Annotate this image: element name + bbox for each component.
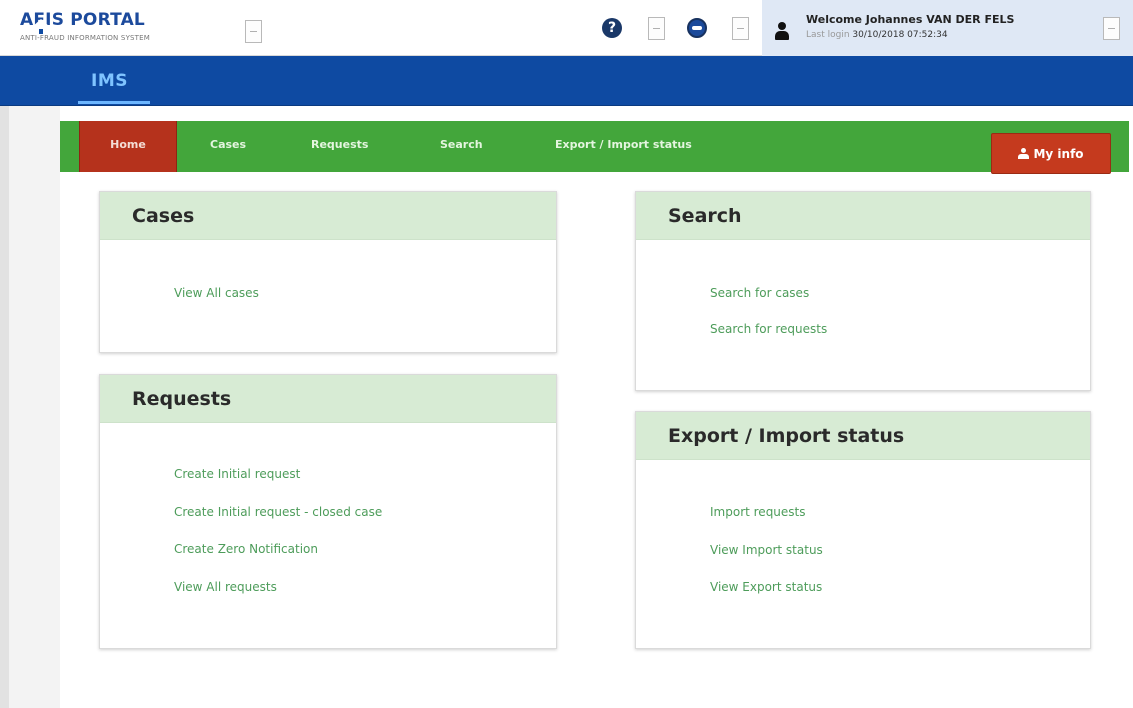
language-dropdown[interactable] — [732, 17, 749, 40]
search-panel: Search Search for cases Search for reque… — [635, 191, 1091, 391]
nav-item-export-import[interactable]: Export / Import status — [555, 121, 692, 172]
question-circle-icon[interactable]: ? — [602, 18, 622, 38]
portal-subtitle: ANTI-FRAUD INFORMATION SYSTEM — [20, 34, 151, 42]
requests-panel: Requests Create Initial request Create I… — [99, 374, 557, 649]
link-view-export-status[interactable]: View Export status — [710, 580, 822, 594]
user-icon — [775, 22, 789, 40]
last-login-value: 30/10/2018 07:52:34 — [852, 30, 948, 40]
cases-panel: Cases View All cases — [99, 191, 557, 353]
nav-item-requests[interactable]: Requests — [311, 121, 368, 172]
left-gutter — [0, 106, 9, 708]
user-icon — [1018, 148, 1030, 159]
app-bar — [0, 56, 1133, 106]
requests-panel-title: Requests — [132, 388, 232, 410]
user-menu-dropdown[interactable] — [1103, 17, 1120, 40]
search-panel-title: Search — [668, 205, 742, 227]
link-search-for-cases[interactable]: Search for cases — [710, 286, 809, 300]
home-icon[interactable] — [32, 19, 50, 35]
link-view-import-status[interactable]: View Import status — [710, 543, 823, 557]
welcome-text: Welcome Johannes VAN DER FELS — [806, 13, 1015, 26]
active-tab-indicator — [78, 101, 150, 104]
cases-panel-header: Cases — [100, 192, 556, 240]
nav-item-search[interactable]: Search — [440, 121, 483, 172]
link-view-all-cases[interactable]: View All cases — [174, 286, 259, 300]
link-search-for-requests[interactable]: Search for requests — [710, 322, 827, 336]
export-import-panel-title: Export / Import status — [668, 425, 905, 447]
last-login: Last login 30/10/2018 07:52:34 — [806, 30, 948, 40]
cases-panel-title: Cases — [132, 205, 195, 227]
export-import-panel-header: Export / Import status — [636, 412, 1090, 460]
link-create-zero-notification[interactable]: Create Zero Notification — [174, 542, 318, 556]
user-panel — [762, 0, 1133, 56]
eu-flag-icon[interactable] — [687, 18, 707, 38]
requests-panel-header: Requests — [100, 375, 556, 423]
tab-ims-label[interactable]: IMS — [91, 71, 128, 91]
link-import-requests[interactable]: Import requests — [710, 505, 806, 519]
export-import-panel: Export / Import status Import requests V… — [635, 411, 1091, 649]
search-panel-header: Search — [636, 192, 1090, 240]
link-create-initial-request-closed-case[interactable]: Create Initial request - closed case — [174, 505, 382, 519]
link-view-all-requests[interactable]: View All requests — [174, 580, 277, 594]
nav-item-home[interactable]: Home — [79, 121, 177, 172]
nav-item-cases[interactable]: Cases — [210, 121, 246, 172]
link-create-initial-request[interactable]: Create Initial request — [174, 467, 300, 481]
app-switcher-dropdown[interactable] — [245, 20, 262, 43]
my-info-label: My info — [1033, 147, 1084, 161]
last-login-label: Last login — [806, 30, 850, 40]
page: AFIS PORTAL ANTI-FRAUD INFORMATION SYSTE… — [0, 0, 1133, 708]
help-dropdown[interactable] — [648, 17, 665, 40]
my-info-button[interactable]: My info — [991, 133, 1111, 174]
